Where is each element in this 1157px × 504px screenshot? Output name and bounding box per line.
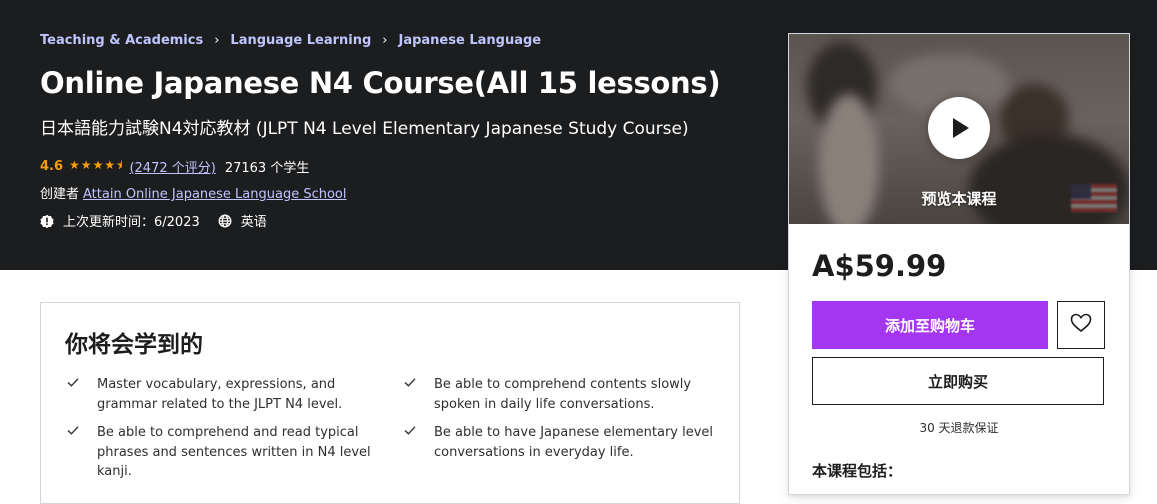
learn-item-text: Be able to have Japanese elementary leve… — [434, 425, 714, 460]
breadcrumb-item-japanese-language[interactable]: Japanese Language — [398, 33, 541, 48]
chevron-right-icon: › — [382, 33, 388, 48]
globe-icon — [218, 214, 232, 228]
breadcrumb: Teaching & Academics › Language Learning… — [40, 33, 541, 48]
list-item: Master vocabulary, expressions, and gram… — [67, 375, 387, 414]
star-icon: ★ — [104, 158, 117, 172]
alert-icon — [40, 214, 54, 228]
star-icon: ★ — [92, 158, 105, 172]
star-icon: ★ — [80, 158, 93, 172]
course-preview[interactable]: 预览本课程 — [789, 34, 1129, 224]
learn-heading: 你将会学到的 — [65, 332, 203, 358]
rating-row: 4.6 ★★★★⯨ (2472 个评分) 27163 个学生 — [40, 156, 309, 177]
course-language: 英语 — [240, 215, 267, 230]
list-item: Be able to have Japanese elementary leve… — [404, 423, 724, 462]
learn-item-text: Master vocabulary, expressions, and gram… — [97, 377, 343, 412]
add-to-cart-button[interactable]: 添加至购物车 — [812, 301, 1048, 349]
check-icon — [66, 423, 80, 437]
check-icon — [66, 375, 80, 389]
money-back-guarantee: 30 天退款保证 — [919, 421, 999, 435]
wishlist-button[interactable] — [1057, 301, 1105, 349]
list-item: Be able to comprehend contents slowly sp… — [404, 375, 724, 414]
meta-row: 上次更新时间：6/2023 英语 — [40, 211, 267, 230]
last-updated: 上次更新时间：6/2023 — [63, 215, 200, 230]
breadcrumb-item-language-learning[interactable]: Language Learning — [230, 33, 371, 48]
creator-label: 创建者 — [40, 187, 80, 202]
course-subtitle: 日本語能力試験N4対応教材 (JLPT N4 Level Elementary … — [40, 119, 689, 139]
play-icon[interactable] — [928, 97, 990, 159]
us-flag-icon — [1071, 184, 1117, 212]
course-title: Online Japanese N4 Course(All 15 lessons… — [40, 66, 721, 100]
rating-count-link[interactable]: (2472 个评分) — [129, 157, 215, 176]
heart-icon — [1070, 313, 1092, 337]
learn-item-text: Be able to comprehend contents slowly sp… — [434, 377, 692, 412]
learn-item-text: Be able to comprehend and read typical p… — [97, 425, 371, 479]
course-price: A$59.99 — [812, 249, 947, 283]
check-icon — [403, 375, 417, 389]
creator-link[interactable]: Attain Online Japanese Language School — [83, 187, 346, 202]
rating-value: 4.6 — [40, 159, 64, 174]
chevron-right-icon: › — [214, 33, 220, 48]
star-rating: ★★★★⯨ — [69, 156, 123, 177]
student-count: 27163 个学生 — [224, 161, 310, 176]
course-includes-heading: 本课程包括： — [812, 462, 903, 480]
star-icon: ★ — [69, 158, 81, 172]
list-item: Be able to comprehend and read typical p… — [67, 423, 387, 482]
breadcrumb-item-teaching[interactable]: Teaching & Academics — [40, 33, 203, 48]
what-you-will-learn: 你将会学到的 Master vocabulary, expressions, a… — [40, 302, 740, 504]
buy-now-button[interactable]: 立即购买 — [812, 357, 1104, 405]
star-half-icon: ⯨ — [116, 158, 124, 172]
purchase-card: 预览本课程 A$59.99 添加至购物车 立即购买 30 天退款保证 本课程包括… — [788, 33, 1130, 495]
creator-row: 创建者 Attain Online Japanese Language Schoo… — [40, 183, 347, 202]
check-icon — [403, 423, 417, 437]
